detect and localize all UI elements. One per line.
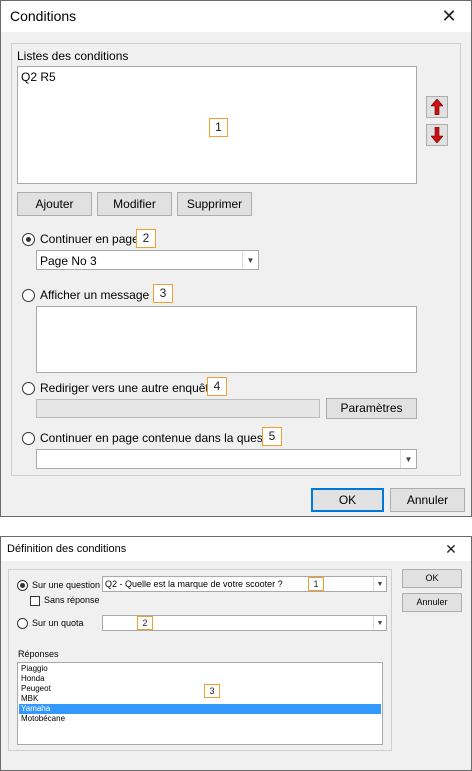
delete-button[interactable]: Supprimer [177,192,252,216]
annotation-marker: 4 [207,377,227,396]
arrow-up-icon [431,99,443,115]
on-question-radio[interactable] [17,580,28,591]
edit-button[interactable]: Modifier [97,192,172,216]
annotation-marker: 3 [153,284,173,303]
responses-listbox[interactable]: Piaggio Honda Peugeot MBK Yamaha Motobéc… [17,662,383,745]
close-icon[interactable]: ✕ [441,540,461,558]
show-message-radio[interactable] [22,289,35,302]
question-value: Q2 - Quelle est la marque de votre scoot… [105,579,283,589]
continue-page-label: Continuer en page [40,232,139,246]
title-bar: Conditions ✕ [1,1,471,32]
redirect-radio[interactable] [22,382,35,395]
list-item-selected[interactable]: Yamaha [19,704,381,714]
redirect-label: Rediriger vers une autre enquête [40,381,216,395]
close-icon[interactable]: ✕ [437,5,461,27]
dialog-title: Définition des conditions [7,543,127,555]
on-quota-radio[interactable] [17,618,28,629]
dialog-title: Conditions [10,8,77,24]
continue-page-radio[interactable] [22,233,35,246]
chevron-down-icon: ▼ [373,577,386,591]
chevron-down-icon: ▼ [242,251,258,269]
ok-button[interactable]: OK [402,569,462,588]
cancel-button[interactable]: Annuler [390,488,465,512]
on-question-label: Sur une question [32,580,101,590]
no-response-checkbox[interactable] [30,596,40,606]
ok-button[interactable]: OK [311,488,384,512]
continue-in-question-radio[interactable] [22,432,35,445]
title-bar: Définition des conditions ✕ [1,537,471,561]
annotation-marker: 2 [136,229,156,248]
list-item[interactable]: Honda [19,674,381,684]
add-button[interactable]: Ajouter [17,192,92,216]
quota-select[interactable]: 2 ▼ [102,615,387,631]
no-response-label: Sans réponse [44,595,100,605]
show-message-label: Afficher un message : [40,288,156,302]
annotation-marker: 1 [308,577,324,591]
parameters-button[interactable]: Paramètres [326,398,417,419]
list-item[interactable]: Motobécane [19,714,381,724]
annotation-marker: 2 [137,616,153,630]
condition-definition-dialog: Définition des conditions ✕ Sur une ques… [0,536,472,771]
annotation-marker: 3 [204,684,220,698]
arrow-down-icon [431,127,443,143]
on-quota-label: Sur un quota [32,618,84,628]
move-down-button[interactable] [426,124,448,146]
question-select[interactable]: Q2 - Quelle est la marque de votre scoot… [102,576,387,592]
cancel-button[interactable]: Annuler [402,593,462,612]
conditions-dialog: Conditions ✕ Listes des conditions Q2 R5… [0,0,472,517]
condition-source-group: Sur une question Q2 - Quelle est la marq… [8,569,392,751]
continue-page-select[interactable]: Page No 3 ▼ [36,250,259,270]
conditions-group: Listes des conditions Q2 R5 1 Ajouter Mo… [11,43,461,476]
list-item[interactable]: Piaggio [19,664,381,674]
move-up-button[interactable] [426,96,448,118]
condition-item[interactable]: Q2 R5 [21,70,56,84]
message-textarea[interactable] [36,306,417,373]
annotation-marker: 1 [209,118,228,137]
continue-in-question-select[interactable]: ▼ [36,449,417,469]
responses-label: Réponses [18,649,59,659]
annotation-marker: 5 [262,427,282,446]
continue-in-question-label: Continuer en page contenue dans la quest… [40,431,283,445]
continue-page-value: Page No 3 [40,254,97,268]
chevron-down-icon: ▼ [373,616,386,630]
conditions-list-label: Listes des conditions [17,49,129,63]
redirect-field[interactable] [36,399,320,418]
list-item[interactable]: MBK [19,694,381,704]
conditions-listbox[interactable]: Q2 R5 1 [17,66,417,184]
list-item[interactable]: Peugeot [19,684,381,694]
chevron-down-icon: ▼ [400,450,416,468]
